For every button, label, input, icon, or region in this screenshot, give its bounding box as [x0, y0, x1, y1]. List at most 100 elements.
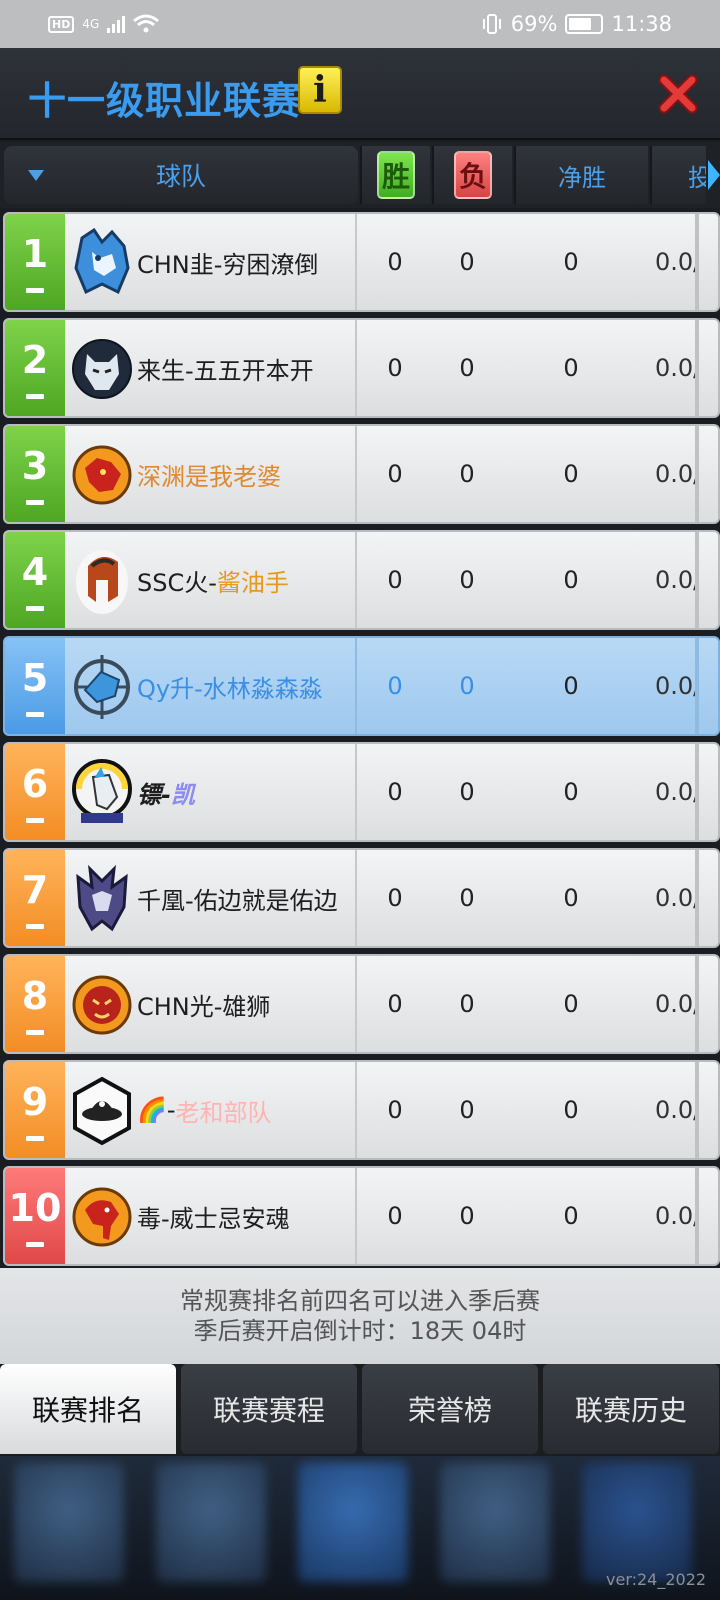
losses-value: 0	[459, 566, 475, 594]
scroll-right-arrow-icon[interactable]	[708, 160, 720, 190]
net-column-header[interactable]: 净胜	[514, 146, 648, 204]
rank-number: 1	[21, 231, 49, 276]
playoff-rule-text: 常规赛排名前四名可以进入季后赛	[180, 1287, 540, 1315]
lion-logo-icon	[71, 969, 133, 1041]
pct-value: 0.0/	[655, 460, 699, 488]
hd-icon: HD	[48, 15, 75, 33]
team-name-suffix: 老和部队	[175, 1098, 272, 1127]
rank-badge: 5	[5, 638, 65, 734]
team-name: SSC火- 酱油手	[137, 532, 289, 628]
info-button[interactable]: i	[298, 66, 342, 114]
wins-value: 0	[387, 1202, 403, 1230]
close-icon[interactable]	[656, 72, 700, 116]
column-divider	[695, 1062, 699, 1158]
column-divider	[695, 956, 699, 1052]
net-value: 0	[563, 248, 579, 276]
table-header: 球队 胜 负 净胜 投	[0, 142, 720, 208]
tab-league-history[interactable]: 联赛历史	[543, 1364, 719, 1454]
losses-value: 0	[459, 672, 475, 700]
wolf-head-logo-icon	[71, 333, 133, 405]
losses-value: 0	[459, 990, 475, 1018]
rank-badge: 10	[5, 1168, 65, 1264]
rank-badge: 7	[5, 850, 65, 946]
team-name: CHN光-雄狮	[137, 992, 271, 1021]
tab-honor-roll[interactable]: 荣誉榜	[362, 1364, 538, 1454]
team-name: 深渊是我老婆	[137, 462, 281, 491]
losses-value: 0	[459, 248, 475, 276]
wins-value: 0	[387, 778, 403, 806]
team-name: CHN韭-穷困潦倒	[137, 250, 319, 279]
playoff-countdown-text: 季后赛开启倒计时：18天 04时	[193, 1317, 527, 1345]
net-value: 0	[563, 1096, 579, 1124]
rank-number: 10	[8, 1185, 62, 1230]
trend-dash-icon	[26, 1135, 44, 1141]
column-divider	[695, 744, 699, 840]
battery-icon	[565, 14, 604, 34]
table-row[interactable]: 2 来生-五五开本开 0 0 0 0.0/	[3, 318, 720, 418]
table-row[interactable]: 7 千凰-佑边就是佑边 0 0 0 0.0/	[3, 848, 720, 948]
status-bar: HD 4G 69% 11:38	[0, 0, 720, 48]
wins-value: 0	[387, 1096, 403, 1124]
shark-logo-icon	[71, 651, 133, 723]
team-name-suffix: 凯	[170, 780, 195, 809]
losses-value: 0	[459, 354, 475, 382]
tab-league-ranking[interactable]: 联赛排名	[0, 1364, 176, 1454]
more-column-header[interactable]: 投	[650, 146, 706, 204]
table-row[interactable]: 9 🌈- 老和部队 0 0 0 0.0/	[3, 1060, 720, 1160]
team-sort-header[interactable]: 球队	[4, 146, 358, 204]
tab-league-schedule[interactable]: 联赛赛程	[181, 1364, 357, 1454]
column-divider	[695, 1168, 699, 1264]
page-title: 十一级职业联赛	[28, 79, 302, 123]
vibrate-icon	[482, 14, 501, 34]
trend-dash-icon	[26, 499, 44, 505]
wins-value: 0	[387, 884, 403, 912]
horse-logo-icon	[71, 757, 133, 829]
trend-dash-icon	[26, 923, 44, 929]
version-label: ver:24_2022	[606, 1570, 707, 1589]
trend-dash-icon	[26, 393, 44, 399]
table-row[interactable]: 1 CHN韭-穷困潦倒 0 0 0 0.0/	[3, 212, 720, 312]
table-row[interactable]: 4 SSC火- 酱油手 0 0 0 0.0/	[3, 530, 720, 630]
column-divider	[355, 638, 357, 734]
pct-value: 0.0/	[655, 1202, 699, 1230]
rank-number: 7	[21, 867, 49, 912]
table-row[interactable]: 8 CHN光-雄狮 0 0 0 0.0/	[3, 954, 720, 1054]
column-divider	[695, 638, 699, 734]
table-row-highlighted[interactable]: 5 Qy升-水林淼森淼 0 0 0 0.0/	[3, 636, 720, 736]
team-name: 毒-威士忌安魂	[137, 1204, 290, 1233]
rank-number: 5	[21, 655, 49, 700]
column-divider	[355, 1168, 357, 1264]
table-row[interactable]: 6 镖- 凯 0 0 0 0.0/	[3, 742, 720, 842]
net-value: 0	[563, 778, 579, 806]
rank-badge: 1	[5, 214, 65, 310]
column-divider	[355, 744, 357, 840]
trend-dash-icon	[26, 1029, 44, 1035]
column-divider	[695, 214, 699, 310]
pct-value: 0.0/	[655, 354, 699, 382]
wins-value: 0	[387, 248, 403, 276]
column-divider	[695, 850, 699, 946]
table-row[interactable]: 10 毒-威士忌安魂 0 0 0 0.0/	[3, 1166, 720, 1266]
pct-value: 0.0/	[655, 1096, 699, 1124]
team-column-label: 球队	[155, 162, 206, 191]
rank-number: 6	[21, 761, 49, 806]
net-value: 0	[563, 354, 579, 382]
rank-badge: 6	[5, 744, 65, 840]
win-column-header[interactable]: 胜	[360, 146, 430, 204]
loss-column-header[interactable]: 负	[432, 146, 512, 204]
net-value: 0	[563, 1202, 579, 1230]
net-value: 0	[563, 990, 579, 1018]
rank-number: 3	[21, 443, 49, 488]
losses-value: 0	[459, 1202, 475, 1230]
rank-number: 4	[21, 549, 49, 594]
column-divider	[355, 1062, 357, 1158]
signal-icon	[107, 15, 126, 33]
team-name-suffix: 酱油手	[216, 568, 289, 597]
pct-value: 0.0/	[655, 248, 699, 276]
column-divider	[695, 532, 699, 628]
table-row[interactable]: 3 深渊是我老婆 0 0 0 0.0/	[3, 424, 720, 524]
chevron-down-icon	[582, 1462, 692, 1582]
griffin-logo-icon	[71, 863, 133, 935]
win-badge: 胜	[377, 151, 415, 199]
team-name: 镖- 凯	[137, 744, 195, 840]
